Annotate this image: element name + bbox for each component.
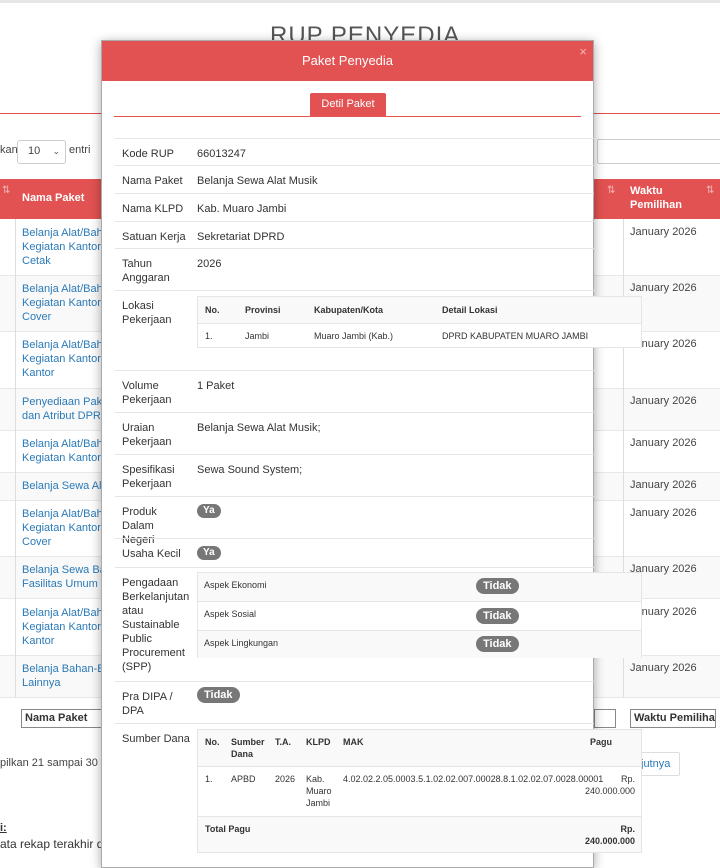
pagination-info: pilkan 21 sampai 30 da: [0, 757, 114, 769]
note-label: i:: [0, 822, 7, 834]
spp-row: Aspek Ekonomi Tidak: [198, 573, 641, 601]
top-divider: [0, 0, 720, 3]
dana-total-row: Total Pagu Rp. 240.000.000: [198, 816, 641, 852]
detail-table: Kode RUP 66013247 Nama Paket Belanja Sew…: [115, 138, 642, 863]
usaha-badge: Ya: [197, 546, 221, 560]
row-lokasi-pekerjaan: Lokasi Pekerjaan No. Provinsi Kabupaten/K…: [115, 290, 642, 370]
filter-input[interactable]: [594, 709, 616, 728]
spp-badge: Tidak: [476, 578, 519, 594]
column-header-waktu-line1[interactable]: Waktu: [630, 185, 663, 197]
row-sumber-dana: Sumber Dana No. Sumber Dana T.A. KLPD MAK…: [115, 723, 642, 863]
sort-icon[interactable]: ⇅: [706, 185, 714, 196]
modal-header: Paket Penyedia ×: [102, 41, 593, 81]
table-row-waktu: January 2026: [630, 226, 697, 238]
row-kode-rup: Kode RUP 66013247: [115, 138, 594, 165]
sort-icon[interactable]: ⇅: [607, 185, 615, 196]
row-volume-pekerjaan: Volume Pekerjaan 1 Paket: [115, 370, 594, 412]
tab-underline: [114, 116, 581, 117]
chevron-down-icon: ⌄: [52, 146, 60, 156]
entries-select[interactable]: 10 ⌄: [17, 140, 66, 164]
show-label: kan: [0, 144, 18, 156]
pra-dipa-badge: Tidak: [197, 687, 240, 703]
close-icon[interactable]: ×: [579, 44, 587, 59]
lokasi-table-header: No. Provinsi Kabupaten/Kota Detail Lokas…: [198, 297, 641, 323]
table-row-waktu: January 2026: [630, 437, 697, 449]
modal-tabs: Detil Paket: [102, 81, 593, 118]
lokasi-table: No. Provinsi Kabupaten/Kota Detail Lokas…: [197, 296, 642, 348]
spp-table: Aspek Ekonomi Tidak Aspek Sosial Tidak A…: [197, 572, 642, 658]
row-satuan-kerja: Satuan Kerja Sekretariat DPRD: [115, 221, 594, 248]
spp-badge: Tidak: [476, 608, 519, 624]
dana-table-row: 1. APBD 2026 Kab. Muaro Jambi 4.02.02.2.05…: [198, 766, 641, 816]
entries-label: entri: [69, 144, 91, 156]
row-usaha-kecil: Usaha Kecil Ya: [115, 538, 594, 567]
table-row-waktu: January 2026: [630, 395, 697, 407]
search-input[interactable]: [597, 139, 720, 164]
row-tahun-anggaran: Tahun Anggaran 2026: [115, 248, 594, 290]
dana-table-header: No. Sumber Dana T.A. KLPD MAK Pagu: [198, 730, 641, 766]
spp-badge: Tidak: [476, 636, 519, 652]
table-row-waktu: January 2026: [630, 507, 697, 519]
note-text: ata rekap terakhir d: [0, 837, 104, 851]
filter-waktu-input[interactable]: Waktu Pemilihan: [630, 709, 716, 728]
column-header-waktu-line2[interactable]: Pemilihan: [630, 199, 682, 211]
entries-value: 10: [28, 145, 41, 157]
tab-detil-paket[interactable]: Detil Paket: [310, 93, 386, 116]
row-uraian-pekerjaan: Uraian Pekerjaan Belanja Sewa Alat Musik;: [115, 412, 594, 454]
spp-row: Aspek Lingkungan Tidak: [198, 630, 641, 658]
sort-icon[interactable]: ⇅: [2, 185, 10, 196]
spp-row: Aspek Sosial Tidak: [198, 601, 641, 630]
paket-penyedia-modal: Paket Penyedia × Detil Paket Kode RUP 66…: [101, 40, 642, 868]
table-row-waktu: January 2026: [630, 662, 697, 674]
row-nama-paket: Nama Paket Belanja Sewa Alat Musik: [115, 165, 594, 193]
column-divider: [15, 219, 16, 697]
produk-badge: Ya: [197, 504, 221, 518]
table-row-waktu: January 2026: [630, 282, 697, 294]
table-row-waktu: January 2026: [630, 479, 697, 491]
row-produk-dalam-negeri: Produk Dalam Negeri Ya: [115, 496, 594, 546]
row-nama-klpd: Nama KLPD Kab. Muaro Jambi: [115, 193, 594, 221]
row-pra-dipa: Pra DIPA / DPA Tidak: [115, 681, 594, 723]
sumber-dana-table: No. Sumber Dana T.A. KLPD MAK Pagu 1. APB…: [197, 729, 642, 853]
column-header-nama-paket[interactable]: Nama Paket: [22, 192, 84, 204]
row-spp: Pengadaan Berkelanjutan atau Sustainable Pub…: [115, 567, 642, 681]
lokasi-table-row: 1. Jambi Muaro Jambi (Kab.) DPRD KABUPAT…: [198, 323, 641, 347]
modal-title: Paket Penyedia: [301, 53, 394, 68]
row-spesifikasi-pekerjaan: Spesifikasi Pekerjaan Sewa Sound System;: [115, 454, 594, 496]
